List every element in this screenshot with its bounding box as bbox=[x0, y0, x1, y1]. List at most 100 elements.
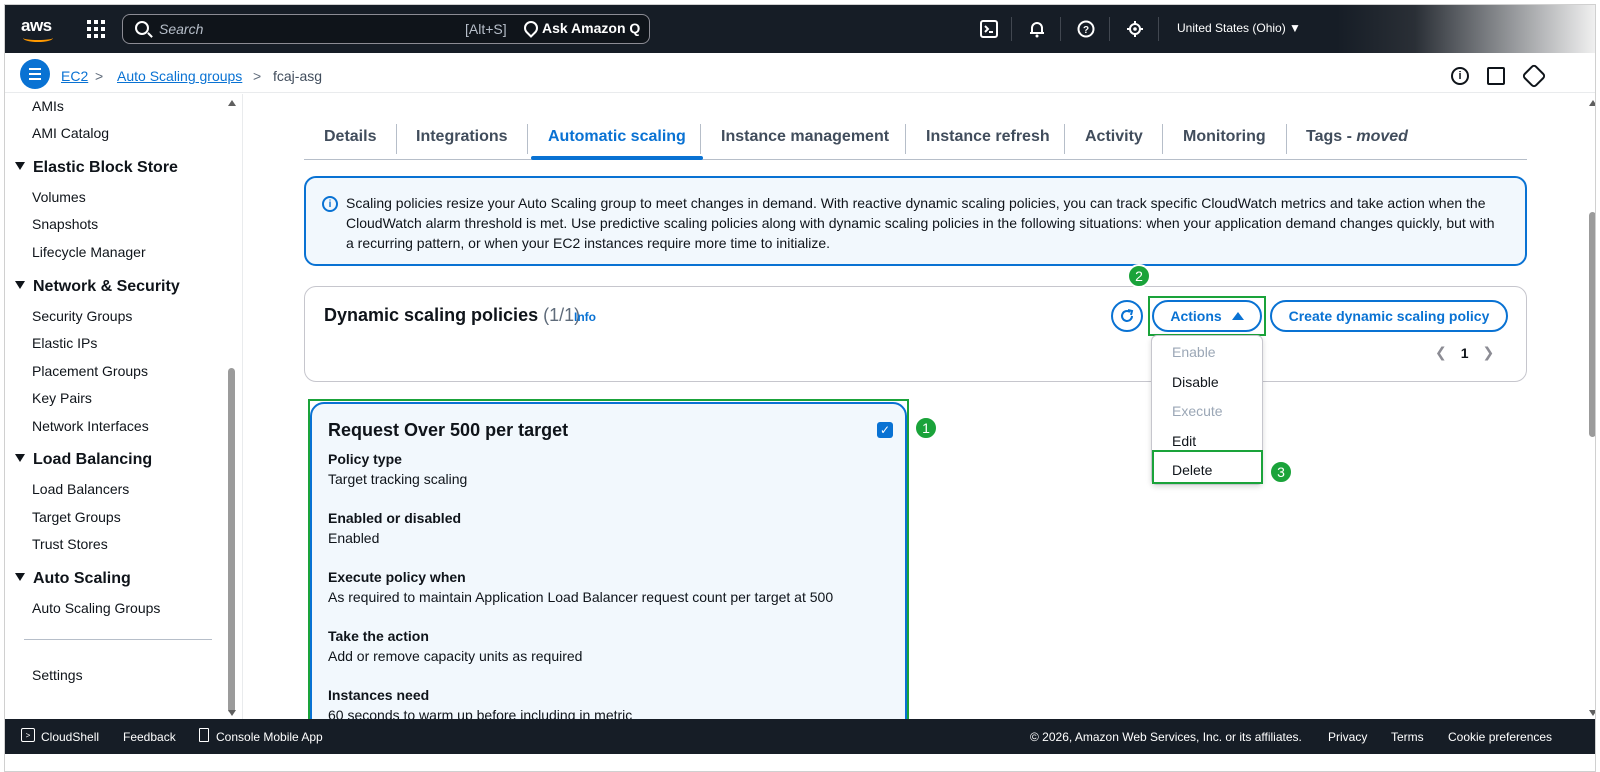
step-badge-3: 3 bbox=[1269, 460, 1293, 484]
browser-frame: aws Search [Alt+S] Ask Amazon Q ? United… bbox=[4, 4, 1596, 772]
refresh-button[interactable] bbox=[1111, 300, 1143, 332]
page-number[interactable]: 1 bbox=[1461, 345, 1469, 361]
breadcrumb-chevron-icon: > bbox=[95, 68, 104, 84]
breadcrumb-auto-scaling-groups[interactable]: Auto Scaling groups bbox=[117, 68, 242, 84]
caret-down-icon bbox=[15, 162, 25, 170]
services-grid-icon[interactable] bbox=[87, 20, 105, 38]
menu-item-disable[interactable]: Disable bbox=[1172, 374, 1219, 390]
caret-down-icon bbox=[15, 281, 25, 289]
caret-down-icon bbox=[15, 573, 25, 581]
tab-monitoring[interactable]: Monitoring bbox=[1183, 128, 1266, 146]
main-scrollbar[interactable] bbox=[1589, 100, 1595, 716]
cloudshell-icon: > bbox=[21, 728, 35, 742]
breadcrumb-ec2[interactable]: EC2 bbox=[61, 68, 88, 84]
chevron-right-icon[interactable]: ❯ bbox=[1483, 344, 1495, 361]
refresh-icon bbox=[1121, 309, 1134, 322]
menu-item-enable: Enable bbox=[1172, 344, 1216, 360]
step-badge-2: 2 bbox=[1127, 264, 1151, 288]
footer-copyright: © 2026, Amazon Web Services, Inc. or its… bbox=[1030, 730, 1302, 744]
pagination: ❮ 1 ❯ bbox=[1435, 344, 1494, 361]
footer: > CloudShell Feedback Console Mobile App… bbox=[5, 719, 1595, 754]
footer-cloudshell[interactable]: CloudShell bbox=[41, 730, 99, 744]
sidebar-item-amis[interactable]: AMIs bbox=[32, 98, 64, 114]
breadcrumb-current: fcaj-asg bbox=[273, 68, 323, 84]
search-bar[interactable]: Search [Alt+S] Ask Amazon Q bbox=[122, 14, 650, 44]
footer-console-mobile-app[interactable]: Console Mobile App bbox=[216, 730, 323, 744]
settings-gear-icon[interactable] bbox=[1125, 19, 1145, 39]
amazon-q-icon bbox=[521, 18, 541, 38]
info-link[interactable]: Info bbox=[574, 310, 596, 324]
alert-text: Scaling policies resize your Auto Scalin… bbox=[346, 195, 1495, 251]
sidebar-item-placement-groups[interactable]: Placement Groups bbox=[32, 363, 148, 379]
menu-item-execute: Execute bbox=[1172, 403, 1223, 419]
sidebar-item-trust-stores[interactable]: Trust Stores bbox=[32, 536, 108, 552]
hexagon-settings-icon[interactable] bbox=[1521, 63, 1547, 89]
panel-title: Dynamic scaling policies (1/1) bbox=[324, 305, 581, 325]
top-nav: aws Search [Alt+S] Ask Amazon Q ? United… bbox=[5, 5, 1595, 53]
sidebar-item-lifecycle-manager[interactable]: Lifecycle Manager bbox=[32, 244, 146, 260]
footer-cookie-preferences[interactable]: Cookie preferences bbox=[1448, 730, 1552, 744]
footer-terms[interactable]: Terms bbox=[1391, 730, 1424, 744]
sidebar: AMIs AMI Catalog Elastic Block Store Vol… bbox=[5, 94, 243, 721]
tab-automatic-scaling[interactable]: Automatic scaling bbox=[548, 128, 686, 146]
search-shortcut: [Alt+S] bbox=[465, 21, 507, 37]
sidebar-item-target-groups[interactable]: Target Groups bbox=[32, 509, 121, 525]
svg-text:?: ? bbox=[1083, 25, 1089, 36]
menu-hamburger-icon[interactable] bbox=[20, 59, 50, 89]
info-circle-icon: i bbox=[322, 196, 338, 212]
footer-feedback[interactable]: Feedback bbox=[123, 730, 176, 744]
menu-item-edit[interactable]: Edit bbox=[1172, 433, 1196, 449]
tab-details[interactable]: Details bbox=[324, 128, 376, 146]
active-tab-indicator bbox=[531, 156, 703, 160]
breadcrumb-chevron-icon: > bbox=[253, 68, 262, 84]
nav-fade bbox=[1337, 5, 1595, 53]
sidebar-item-load-balancers[interactable]: Load Balancers bbox=[32, 481, 129, 497]
feedback-screen-icon[interactable] bbox=[1487, 67, 1505, 85]
info-circle-icon[interactable]: i bbox=[1451, 67, 1469, 85]
sidebar-item-key-pairs[interactable]: Key Pairs bbox=[32, 390, 92, 406]
sidebar-item-auto-scaling-groups[interactable]: Auto Scaling Groups bbox=[32, 600, 160, 616]
chevron-left-icon[interactable]: ❮ bbox=[1435, 344, 1447, 361]
notifications-bell-icon[interactable] bbox=[1027, 19, 1047, 39]
tab-instance-refresh[interactable]: Instance refresh bbox=[926, 128, 1050, 146]
sidebar-divider bbox=[24, 639, 212, 640]
tab-tags[interactable]: Tags - moved bbox=[1306, 128, 1408, 146]
sidebar-section-load-balancing[interactable]: Load Balancing bbox=[15, 451, 152, 469]
breadcrumb-bar: EC2 > Auto Scaling groups > fcaj-asg i bbox=[5, 53, 1595, 93]
ask-q-button[interactable]: Ask Amazon Q bbox=[521, 18, 640, 38]
tab-bar: Details Integrations Automatic scaling I… bbox=[304, 116, 1527, 160]
sidebar-item-network-interfaces[interactable]: Network Interfaces bbox=[32, 418, 149, 434]
sidebar-section-network-security[interactable]: Network & Security bbox=[15, 278, 180, 296]
tab-instance-management[interactable]: Instance management bbox=[721, 128, 889, 146]
tab-integrations[interactable]: Integrations bbox=[416, 128, 508, 146]
actions-button[interactable]: Actions bbox=[1152, 300, 1262, 332]
tab-activity[interactable]: Activity bbox=[1085, 128, 1143, 146]
search-placeholder: Search bbox=[159, 21, 204, 37]
sidebar-item-settings[interactable]: Settings bbox=[32, 667, 83, 683]
caret-up-icon bbox=[1231, 312, 1244, 320]
sidebar-item-security-groups[interactable]: Security Groups bbox=[32, 308, 132, 324]
cloudshell-icon[interactable] bbox=[979, 19, 999, 39]
sidebar-item-volumes[interactable]: Volumes bbox=[32, 189, 86, 205]
mobile-phone-icon bbox=[199, 728, 209, 742]
sidebar-item-ami-catalog[interactable]: AMI Catalog bbox=[32, 125, 109, 141]
aws-logo[interactable]: aws bbox=[21, 16, 55, 42]
info-alert: i Scaling policies resize your Auto Scal… bbox=[304, 176, 1527, 266]
help-icon[interactable]: ? bbox=[1076, 19, 1096, 39]
step-badge-1: 1 bbox=[914, 416, 938, 440]
sidebar-section-elastic-block-store[interactable]: Elastic Block Store bbox=[15, 159, 178, 177]
aws-logo-text: aws bbox=[21, 16, 52, 35]
create-dynamic-scaling-policy-button[interactable]: Create dynamic scaling policy bbox=[1270, 300, 1508, 332]
highlight-delete bbox=[1152, 450, 1263, 484]
sidebar-scrollbar[interactable] bbox=[228, 100, 236, 716]
sidebar-item-snapshots[interactable]: Snapshots bbox=[32, 216, 98, 232]
sidebar-item-elastic-ips[interactable]: Elastic IPs bbox=[32, 335, 97, 351]
dynamic-scaling-policies-panel: Dynamic scaling policies (1/1) Info Acti… bbox=[304, 286, 1527, 382]
search-icon bbox=[135, 21, 149, 35]
region-selector[interactable]: United States (Ohio) ▼ bbox=[1177, 21, 1301, 35]
caret-down-icon bbox=[15, 454, 25, 462]
footer-privacy[interactable]: Privacy bbox=[1328, 730, 1367, 744]
highlight-policy-card bbox=[308, 399, 909, 721]
sidebar-section-auto-scaling[interactable]: Auto Scaling bbox=[15, 570, 131, 588]
main-content: Details Integrations Automatic scaling I… bbox=[244, 94, 1595, 721]
